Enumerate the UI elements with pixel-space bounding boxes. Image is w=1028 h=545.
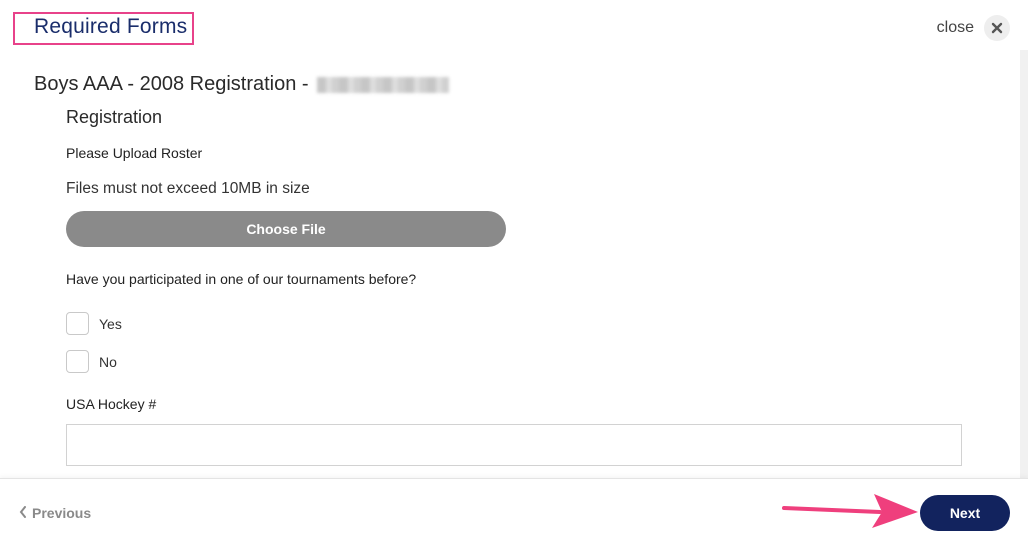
previous-label: Previous bbox=[32, 505, 92, 521]
scrollbar[interactable] bbox=[1020, 50, 1028, 480]
chevron-left-icon bbox=[19, 505, 27, 521]
no-checkbox[interactable] bbox=[66, 350, 89, 373]
modal-title: Required Forms bbox=[34, 15, 188, 38]
participation-question: Have you participated in one of our tour… bbox=[66, 271, 417, 287]
file-size-note: Files must not exceed 10MB in size bbox=[66, 180, 310, 197]
section-title-text: Boys AAA - 2008 Registration - bbox=[34, 73, 309, 95]
arrow-annotation bbox=[782, 494, 918, 528]
close-label: close bbox=[936, 19, 974, 36]
usa-hockey-label: USA Hockey # bbox=[66, 396, 157, 412]
redacted-team-name bbox=[316, 76, 449, 93]
registration-subheading: Registration bbox=[66, 107, 163, 127]
close-button[interactable]: close bbox=[937, 15, 1010, 41]
next-button[interactable]: Next bbox=[920, 495, 1010, 531]
usa-hockey-input[interactable] bbox=[66, 424, 962, 466]
option-yes[interactable]: Yes bbox=[66, 312, 122, 335]
yes-label: Yes bbox=[99, 315, 122, 332]
section-title: Boys AAA - 2008 Registration - bbox=[34, 73, 449, 96]
yes-checkbox[interactable] bbox=[66, 312, 89, 335]
close-icon[interactable] bbox=[984, 15, 1010, 41]
no-label: No bbox=[99, 353, 117, 370]
previous-button[interactable]: Previous bbox=[19, 505, 91, 521]
option-no[interactable]: No bbox=[66, 350, 117, 373]
upload-roster-label: Please Upload Roster bbox=[66, 145, 203, 161]
choose-file-button[interactable]: Choose File bbox=[66, 211, 506, 247]
